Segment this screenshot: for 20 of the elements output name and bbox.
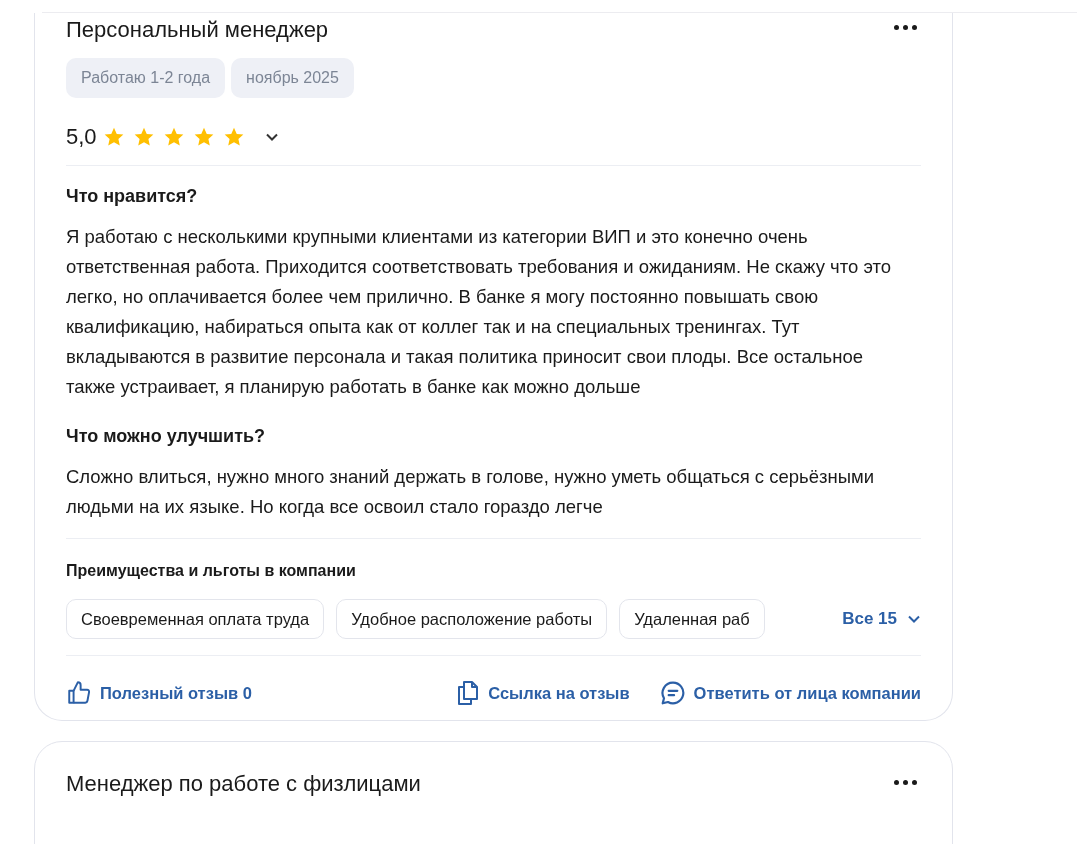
benefit-chip: Удобное расположение работы xyxy=(336,599,608,639)
tag: ноябрь 2025 xyxy=(231,58,354,98)
thumbs-up-icon xyxy=(66,680,92,706)
copy-icon xyxy=(456,680,481,706)
benefits-heading: Преимущества и льготы в компании xyxy=(66,561,357,581)
review-text: Я работаю с несколькими крупными клиентами из категории ВИП и это конечно очень ответственная работа. Приходится соответствовать требования и ожиданиям. Не скажу что это легко, но оплачивается более чем прилично. В банке я могу постоянно повышать свою квалификацию, набираться опыта как от коллег так и на специальных тренингах. Тут вкладываются в развитие персонала и такая политика приносит свои плоды. Все остальное также устраивает, я планирую работать в банке как можно дольше xyxy=(66,225,892,399)
rating-value: 5,0 xyxy=(66,123,97,151)
action-link[interactable]: Ссылка на отзыв xyxy=(456,680,630,706)
review-title: Менеджер по работе с физлицами xyxy=(66,770,421,798)
benefit-chip: Удаленная раб xyxy=(619,599,765,639)
action-link[interactable]: Полезный отзыв 0 xyxy=(66,680,252,706)
chat-icon xyxy=(659,680,686,706)
benefit-chip: Своевременная оплата труда xyxy=(66,599,325,639)
action-link[interactable]: Ответить от лица компании xyxy=(659,680,921,706)
review-text: Сложно влиться, нужно много знаний держать в голове, нужно уметь общаться с серьёзными людьми на их языке. Но когда все освоил стало гораздо легче xyxy=(66,465,875,519)
tag: Работаю 1-2 года xyxy=(66,58,226,98)
section-heading: Что нравится? xyxy=(66,185,199,208)
section-heading: Что можно улучшить? xyxy=(66,425,267,448)
review-title: Персональный менеджер xyxy=(66,16,329,44)
show-all-button[interactable]: Все 15 xyxy=(842,606,921,632)
